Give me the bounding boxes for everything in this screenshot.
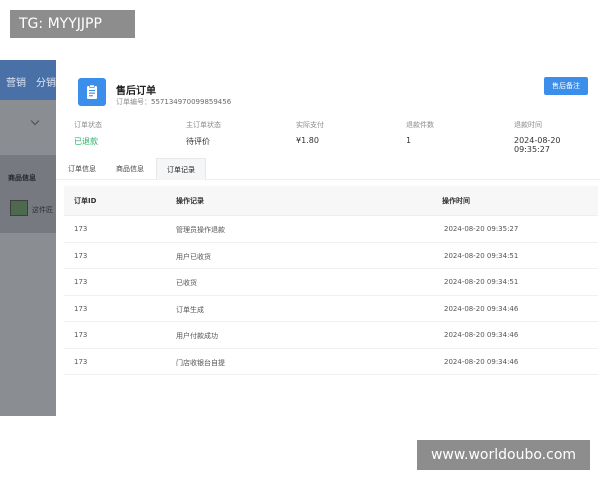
summary-value: 1 <box>406 136 412 145</box>
status-badge: 已退款 <box>74 137 98 146</box>
page-title: 售后订单 <box>116 86 156 97</box>
cell-order-id: 173 <box>74 278 88 286</box>
cell-order-id: 173 <box>74 357 88 366</box>
cell-time: 2024-08-20 09:34:46 <box>444 331 519 339</box>
cell-operation: 已收货 <box>176 279 197 287</box>
column-header-time: 操作时间 <box>442 197 470 205</box>
product-thumbnail <box>10 200 28 216</box>
cell-operation: 订单生成 <box>176 305 204 314</box>
column-header-order-id: 订单ID <box>74 197 97 205</box>
watermark-bottom-right: www.worldoubo.com <box>417 440 590 470</box>
summary-value: 2024-08-20 09:35:27 <box>514 136 561 154</box>
document-icon <box>78 78 106 106</box>
cell-time: 2024-08-20 09:34:51 <box>444 251 519 260</box>
cell-operation: 门店收银台自提 <box>176 358 225 367</box>
table-row[interactable]: 173 用户已收货 2024-08-20 09:34:51 <box>64 243 598 269</box>
summary-order-status: 订单状态 已退款 <box>74 120 102 147</box>
summary-main-order-status: 主订单状态 待评价 <box>186 120 221 147</box>
summary-value: 待评价 <box>186 137 210 146</box>
cell-order-id: 173 <box>74 251 88 260</box>
cell-order-id: 173 <box>74 331 88 339</box>
cell-order-id: 173 <box>74 304 88 313</box>
order-records-table: 订单ID 操作记录 操作时间 173 管理员操作退款 2024-08-20 09… <box>64 186 598 375</box>
tab-product-info[interactable]: 商品信息 <box>106 158 154 180</box>
cell-operation: 用户已收货 <box>176 252 211 261</box>
after-sale-order-drawer: 售后订单 订单编号：557134970099859456 售后备注 订单状态 已… <box>56 60 600 416</box>
summary-label: 实际支付 <box>296 121 324 129</box>
order-number-label: 订单编号： <box>116 98 151 106</box>
background-app-overlay[interactable]: 营销 分销 商品信息 这件匠 <box>0 60 56 416</box>
after-sale-note-button[interactable]: 售后备注 <box>544 77 588 95</box>
summary-label: 退款时间 <box>514 121 542 129</box>
background-item-text: 这件匠 <box>32 206 53 214</box>
cell-time: 2024-08-20 09:34:51 <box>444 278 519 286</box>
cell-time: 2024-08-20 09:34:46 <box>444 357 519 366</box>
table-header: 订单ID 操作记录 操作时间 <box>64 186 598 216</box>
background-nav-item: 分销 <box>36 78 56 89</box>
cell-operation: 用户付款成功 <box>176 332 218 340</box>
cell-time: 2024-08-20 09:35:27 <box>444 225 519 233</box>
order-number: 订单编号：557134970099859456 <box>116 97 231 107</box>
chevron-down-icon <box>30 116 40 126</box>
background-nav-item: 营销 <box>6 78 26 89</box>
column-header-operation: 操作记录 <box>176 197 204 205</box>
table-row[interactable]: 173 订单生成 2024-08-20 09:34:46 <box>64 296 598 322</box>
summary-actual-payment: 实际支付 ¥1.80 <box>296 120 324 145</box>
order-number-value: 557134970099859456 <box>151 98 232 106</box>
table-row[interactable]: 173 用户付款成功 2024-08-20 09:34:46 <box>64 322 598 349</box>
tab-order-info[interactable]: 订单信息 <box>58 158 106 180</box>
summary-value: ¥1.80 <box>296 136 319 145</box>
table-row[interactable]: 173 门店收银台自提 2024-08-20 09:34:46 <box>64 349 598 375</box>
summary-label: 主订单状态 <box>186 121 221 129</box>
background-section-label: 商品信息 <box>8 174 36 182</box>
background-section <box>0 155 56 233</box>
cell-time: 2024-08-20 09:34:46 <box>444 304 519 313</box>
order-summary: 订单状态 已退款 主订单状态 待评价 实际支付 ¥1.80 退款件数 1 退款时… <box>74 120 594 154</box>
table-row[interactable]: 173 已收货 2024-08-20 09:34:51 <box>64 269 598 296</box>
table-row[interactable]: 173 管理员操作退款 2024-08-20 09:35:27 <box>64 216 598 243</box>
tab-order-records[interactable]: 订单记录 <box>156 158 206 180</box>
cell-operation: 管理员操作退款 <box>176 226 225 234</box>
cell-order-id: 173 <box>74 225 88 233</box>
background-topbar: 营销 分销 <box>0 60 56 100</box>
page: 营销 分销 商品信息 这件匠 售后订单 订单编号：557134970099859… <box>0 0 600 480</box>
detail-tabs: 订单信息 商品信息 订单记录 <box>56 158 600 180</box>
watermark-top-left: TG: MYYJJPP <box>10 10 135 38</box>
summary-refund-time: 退款时间 2024-08-20 09:35:27 <box>514 120 594 154</box>
summary-refund-count: 退款件数 1 <box>406 120 434 145</box>
summary-label: 退款件数 <box>406 121 434 129</box>
summary-label: 订单状态 <box>74 121 102 129</box>
